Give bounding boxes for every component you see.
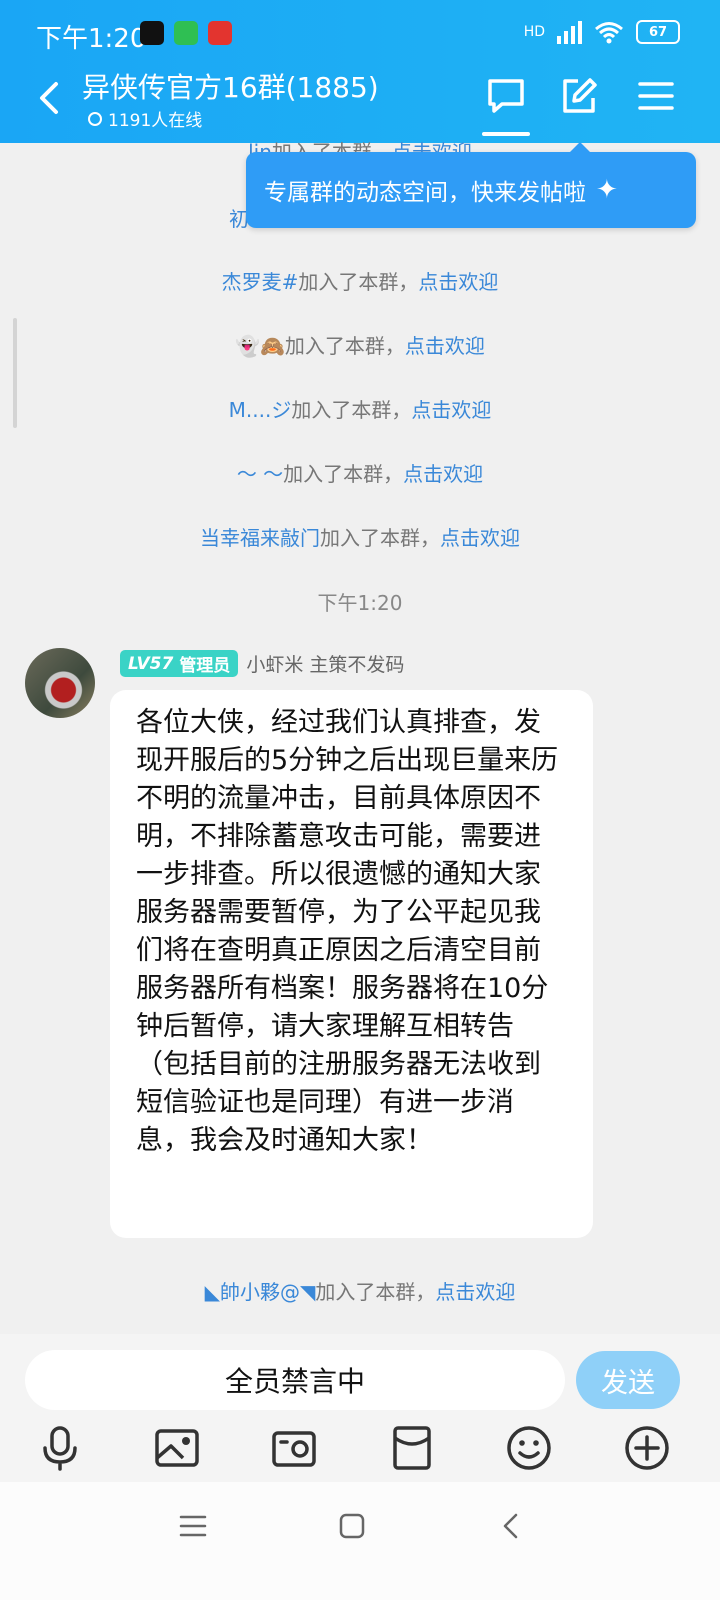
- sender-info: LV57 管理员 小虾米 主策不发码: [120, 650, 404, 677]
- join-name[interactable]: ◣帥小夥@◥: [205, 1280, 316, 1304]
- welcome-link[interactable]: 点击欢迎: [440, 526, 520, 550]
- level-label: LV57: [128, 653, 174, 674]
- chat-header: 下午1:20 HD 67 异侠传官方16群(1885) 1191人在线: [0, 0, 720, 143]
- welcome-link[interactable]: 点击欢迎: [403, 462, 483, 486]
- home-icon[interactable]: [334, 1508, 370, 1544]
- join-text: 加入了本群，: [284, 334, 405, 358]
- join-notice: ◣帥小夥@◥加入了本群，点击欢迎: [0, 1276, 720, 1305]
- join-notice: 杰罗麦#加入了本群，点击欢迎: [0, 266, 720, 295]
- menu-icon[interactable]: [636, 76, 676, 116]
- image-icon[interactable]: [153, 1424, 201, 1472]
- welcome-link[interactable]: 点击欢迎: [435, 1280, 515, 1304]
- avatar[interactable]: [25, 648, 95, 718]
- online-count: 1191人在线: [88, 106, 202, 131]
- join-text: 加入了本群，: [315, 1280, 436, 1304]
- message-bubble[interactable]: 各位大侠，经过我们认真排查，发现开服后的5分钟之后出现巨量来历不明的流量冲击，目…: [110, 690, 593, 1238]
- camera-icon[interactable]: [270, 1424, 318, 1472]
- join-notice: 👻🙈加入了本群，点击欢迎: [0, 330, 720, 359]
- moments-tooltip[interactable]: 专属群的动态空间，快来发帖啦 ✦: [246, 142, 696, 228]
- tooltip-text: 专属群的动态空间，快来发帖啦: [264, 180, 586, 206]
- status-right: HD 67: [524, 20, 680, 44]
- chat-bubble-icon[interactable]: [486, 76, 526, 116]
- send-button[interactable]: 发送: [576, 1351, 680, 1409]
- network-type: HD: [523, 24, 545, 40]
- join-name[interactable]: ～ ～: [237, 462, 283, 486]
- security-app-icon: [174, 21, 198, 45]
- join-notice: 当幸福来敲门加入了本群，点击欢迎: [0, 522, 720, 551]
- battery-icon: 67: [636, 20, 680, 44]
- nav-back-icon[interactable]: [494, 1508, 530, 1544]
- emoji-icon[interactable]: [505, 1424, 553, 1472]
- join-text: 加入了本群，: [283, 462, 404, 486]
- join-name[interactable]: 👻🙈: [235, 334, 285, 358]
- welcome-link[interactable]: 点击欢迎: [418, 270, 498, 294]
- plus-icon[interactable]: [623, 1424, 671, 1472]
- join-notice: M....ジ加入了本群，点击欢迎: [0, 394, 720, 423]
- status-time: 下午1:20: [36, 24, 147, 54]
- join-name[interactable]: M....ジ: [229, 398, 292, 422]
- join-text: 加入了本群，: [291, 398, 412, 422]
- join-text: 加入了本群，: [320, 526, 440, 550]
- message-input[interactable]: 全员禁言中: [25, 1350, 565, 1410]
- welcome-link[interactable]: 点击欢迎: [411, 398, 491, 422]
- role-label: 管理员: [179, 656, 231, 676]
- back-button[interactable]: [30, 78, 70, 118]
- message-timestamp: 下午1:20: [317, 591, 403, 615]
- join-text: 加入了本群，: [298, 270, 419, 294]
- join-name[interactable]: 杰罗麦#: [222, 270, 299, 294]
- microphone-icon[interactable]: [36, 1424, 84, 1472]
- group-title[interactable]: 异侠传官方16群(1885): [82, 66, 379, 106]
- sender-name[interactable]: 小虾米 主策不发码: [246, 650, 404, 677]
- shopping-app-icon: [208, 21, 232, 45]
- battery-level: 67: [648, 24, 668, 40]
- edit-post-icon[interactable]: [560, 76, 600, 116]
- admin-badge: LV57 管理员: [120, 650, 239, 677]
- red-packet-icon[interactable]: [388, 1424, 436, 1472]
- sparkle-icon: ✦: [596, 175, 618, 205]
- join-notice: ～ ～加入了本群，点击欢迎: [0, 458, 720, 487]
- welcome-link[interactable]: 点击欢迎: [405, 334, 485, 358]
- online-count-label: 1191人在线: [108, 111, 203, 131]
- recent-apps-icon[interactable]: [175, 1508, 211, 1544]
- status-bar: 下午1:20 HD 67: [0, 0, 720, 68]
- signal-icon: [557, 20, 582, 44]
- wifi-icon: [595, 22, 623, 44]
- online-icon: [88, 111, 102, 126]
- tiktok-icon: [140, 21, 164, 45]
- join-name[interactable]: 当幸福来敲门: [200, 526, 320, 550]
- notification-icons: [140, 21, 232, 45]
